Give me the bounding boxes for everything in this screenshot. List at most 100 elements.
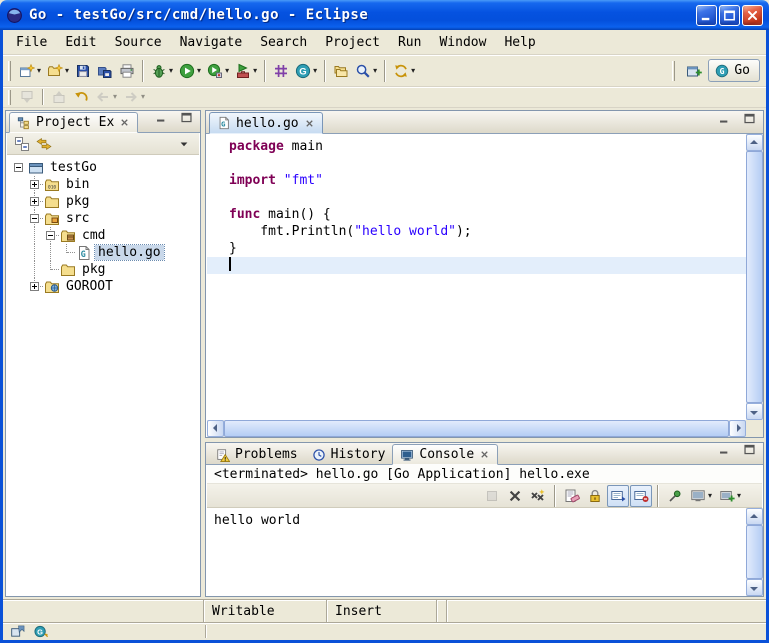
scrollbar-thumb[interactable] — [224, 420, 729, 437]
open-console-button[interactable]: ▾ — [716, 485, 744, 507]
go-trim-button[interactable]: G — [31, 623, 52, 640]
menu-navigate[interactable]: Navigate — [171, 32, 252, 53]
editor-vertical-scrollbar[interactable] — [746, 134, 763, 420]
code-line[interactable] — [207, 155, 746, 172]
expander-minus-icon[interactable] — [30, 214, 39, 223]
open-folders-button[interactable] — [330, 59, 352, 83]
scrollbar-thumb[interactable] — [746, 151, 763, 403]
menu-search[interactable]: Search — [251, 32, 316, 53]
scroll-lock-button[interactable] — [584, 485, 606, 507]
forward-button[interactable]: ▾ — [120, 88, 148, 107]
tab-close-icon[interactable] — [479, 449, 490, 460]
scroll-left-button[interactable] — [207, 420, 224, 437]
remove-launch-button[interactable] — [504, 485, 526, 507]
minimize-view-button[interactable] — [713, 442, 735, 461]
menu-project[interactable]: Project — [316, 32, 389, 53]
save-button[interactable] — [72, 59, 94, 83]
code-line[interactable]: } — [207, 240, 746, 257]
menu-window[interactable]: Window — [430, 32, 495, 53]
new-package-button[interactable]: ▾ — [44, 59, 72, 83]
minimize-view-button[interactable] — [713, 110, 735, 130]
search-button[interactable]: ▾ — [352, 59, 380, 83]
menu-help[interactable]: Help — [495, 32, 544, 53]
tree-item-testgo[interactable]: testGo — [7, 159, 199, 176]
scrollbar-track[interactable] — [746, 151, 763, 403]
scroll-down-button[interactable] — [746, 579, 763, 596]
link-with-editor-button[interactable] — [33, 134, 55, 154]
code-line[interactable]: import "fmt" — [207, 172, 746, 189]
tree-item-pkg[interactable]: pkg — [7, 193, 199, 210]
maximize-view-button[interactable] — [175, 110, 197, 129]
remove-all-launches-button[interactable] — [527, 485, 549, 507]
scroll-up-button[interactable] — [746, 134, 763, 151]
scroll-up-button[interactable] — [746, 508, 763, 525]
external-tools-button[interactable]: ▾ — [232, 59, 260, 83]
team-sync-button[interactable]: ▾ — [390, 59, 418, 83]
menu-edit[interactable]: Edit — [56, 32, 105, 53]
view-menu-button[interactable] — [173, 134, 195, 154]
previous-annotation-button[interactable] — [48, 88, 70, 107]
tree-item-pkg[interactable]: pkg — [7, 261, 199, 278]
last-edit-location-button[interactable] — [70, 88, 92, 107]
next-annotation-button[interactable] — [16, 88, 38, 107]
console-vertical-scrollbar[interactable] — [746, 508, 763, 596]
open-perspective-button[interactable] — [683, 59, 705, 83]
scrollbar-track[interactable] — [224, 420, 729, 437]
code-line[interactable]: func main() { — [207, 206, 746, 223]
tab-close-icon[interactable] — [119, 117, 130, 128]
expander-plus-icon[interactable] — [30, 197, 39, 206]
maximize-button[interactable] — [719, 5, 740, 26]
debug-button[interactable]: ▾ — [148, 59, 176, 83]
titlebar[interactable]: Go - testGo/src/cmd/hello.go - Eclipse — [0, 0, 769, 30]
maximize-view-button[interactable] — [738, 442, 760, 461]
go-grid-button[interactable] — [270, 59, 292, 83]
tree-item-bin[interactable]: 010bin — [7, 176, 199, 193]
scrollbar-track[interactable] — [746, 525, 763, 579]
console-output-area[interactable]: hello world — [207, 508, 746, 596]
terminate-button[interactable] — [481, 485, 503, 507]
scrollbar-thumb[interactable] — [746, 525, 763, 579]
toolbar-grip[interactable] — [672, 61, 675, 81]
new-wizard-button[interactable]: ▾ — [16, 59, 44, 83]
tab-project-explorer[interactable]: Project Ex — [9, 112, 138, 133]
scroll-down-button[interactable] — [746, 403, 763, 420]
tab-console[interactable]: Console — [392, 444, 498, 465]
tab-hello-go[interactable]: G hello.go — [209, 112, 323, 134]
pin-console-button[interactable] — [664, 485, 686, 507]
save-all-button[interactable] — [94, 59, 116, 83]
code-line[interactable]: package main — [207, 138, 746, 155]
tree-item-hello-go[interactable]: Ghello.go — [7, 244, 199, 261]
run-last-button[interactable]: ▾ — [204, 59, 232, 83]
menu-source[interactable]: Source — [106, 32, 171, 53]
menu-run[interactable]: Run — [389, 32, 430, 53]
minimize-button[interactable] — [696, 5, 717, 26]
code-line[interactable] — [207, 189, 746, 206]
expander-plus-icon[interactable] — [30, 282, 39, 291]
show-stderr-button[interactable] — [630, 485, 652, 507]
editor-content[interactable]: package main import "fmt" func main() { fm… — [207, 134, 746, 420]
go-app-button[interactable]: G▾ — [292, 59, 320, 83]
tab-history[interactable]: History — [305, 444, 393, 465]
clear-console-button[interactable] — [561, 485, 583, 507]
run-button[interactable]: ▾ — [176, 59, 204, 83]
minimize-view-button[interactable] — [150, 110, 172, 129]
tree-item-src[interactable]: src — [7, 210, 199, 227]
code-line[interactable] — [207, 257, 746, 274]
print-button[interactable] — [116, 59, 138, 83]
expander-minus-icon[interactable] — [14, 163, 23, 172]
menu-file[interactable]: File — [7, 32, 56, 53]
toolbar-grip[interactable] — [8, 61, 11, 81]
expander-plus-icon[interactable] — [30, 180, 39, 189]
tab-problems[interactable]: Problems — [209, 444, 305, 465]
fast-view-button[interactable] — [7, 623, 28, 640]
tab-close-icon[interactable] — [304, 118, 315, 129]
back-button[interactable]: ▾ — [92, 88, 120, 107]
show-stdout-button[interactable] — [607, 485, 629, 507]
perspective-go-button[interactable]: GGo — [708, 59, 760, 82]
code-line[interactable]: fmt.Println("hello world"); — [207, 223, 746, 240]
maximize-view-button[interactable] — [738, 110, 760, 130]
display-console-button[interactable]: ▾ — [687, 485, 715, 507]
toolbar-grip[interactable] — [8, 90, 11, 105]
editor-horizontal-scrollbar[interactable] — [207, 420, 746, 437]
scroll-right-button[interactable] — [729, 420, 746, 437]
